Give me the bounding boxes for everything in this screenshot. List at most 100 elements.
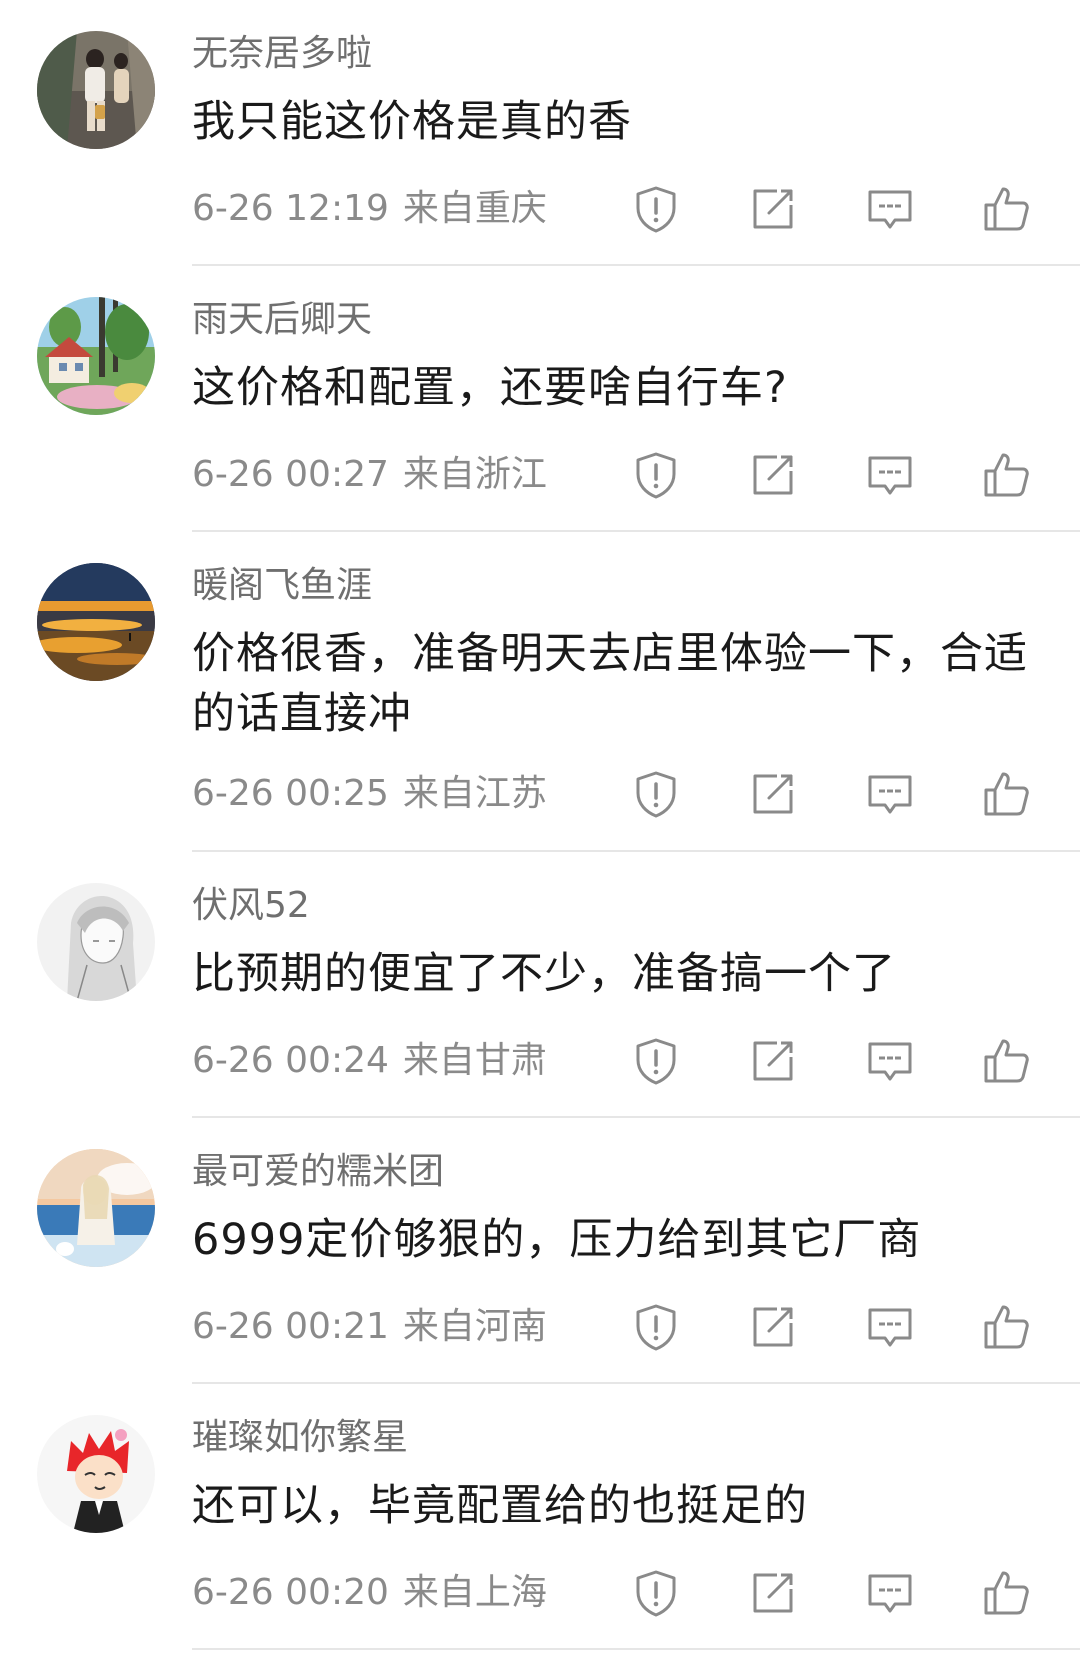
comment-location: 来自浙江 [402, 454, 547, 495]
comment-location: 来自上海 [402, 1572, 547, 1613]
avatar-photo-street-girl [37, 31, 155, 149]
comment-date: 6-26 12:19 [192, 188, 389, 229]
username[interactable]: 最可爱的糯米团 [192, 1148, 444, 1196]
reply-button[interactable] [864, 1035, 916, 1087]
reply-button[interactable] [864, 1567, 916, 1619]
username[interactable]: 伏风52 [192, 882, 310, 930]
avatar[interactable] [37, 883, 155, 1001]
username[interactable]: 璀璨如你繁星 [192, 1414, 408, 1462]
avatar[interactable] [37, 1415, 155, 1533]
share-button[interactable] [747, 1301, 799, 1353]
report-button[interactable] [630, 1035, 682, 1087]
comment-actions [630, 183, 1050, 235]
comment-item: 璀璨如你繁星 还可以，毕竟配置给的也挺足的 6-26 00:20 来自上海 [0, 1384, 1080, 1650]
comment-date: 6-26 00:21 [192, 1306, 389, 1347]
comment-text: 还可以，毕竟配置给的也挺足的 [192, 1481, 808, 1531]
avatar-illustration-girl-sea [37, 1149, 155, 1267]
shield-alert-icon [636, 186, 676, 233]
comment-item: 雨天后卿天 这价格和配置，还要啥自行车? 6-26 00:27 来自浙江 [0, 266, 1080, 532]
comment-location: 来自江苏 [402, 773, 547, 814]
share-button[interactable] [747, 1567, 799, 1619]
shield-alert-icon [636, 1570, 676, 1617]
comment-actions [630, 768, 1050, 820]
like-button[interactable] [981, 1301, 1033, 1353]
shield-alert-icon [636, 771, 676, 818]
like-button[interactable] [981, 1567, 1033, 1619]
divider [192, 1648, 1080, 1650]
reply-button[interactable] [864, 449, 916, 501]
share-button[interactable] [747, 183, 799, 235]
username[interactable]: 无奈居多啦 [192, 30, 372, 78]
comment-meta: 6-26 12:19 来自重庆 [192, 185, 547, 233]
comment-icon [868, 1574, 912, 1613]
avatar-sketch-girl [37, 883, 155, 1001]
comment-icon [868, 456, 912, 495]
avatar[interactable] [37, 297, 155, 415]
username[interactable]: 雨天后卿天 [192, 296, 372, 344]
comment-location: 来自甘肃 [402, 1040, 547, 1081]
report-button[interactable] [630, 183, 682, 235]
thumbs-up-icon [984, 1571, 1029, 1615]
share-button[interactable] [747, 449, 799, 501]
thumbs-up-icon [984, 187, 1029, 231]
comment-actions [630, 1301, 1050, 1353]
comment-text: 这价格和配置，还要啥自行车? [192, 363, 788, 413]
comment-date: 6-26 00:27 [192, 454, 389, 495]
shield-alert-icon [636, 1038, 676, 1085]
comment-text: 比预期的便宜了不少，准备搞一个了 [192, 949, 896, 999]
share-icon [753, 189, 793, 229]
avatar[interactable] [37, 1149, 155, 1267]
comment-meta: 6-26 00:21 来自河南 [192, 1303, 547, 1351]
comment-text: 我只能这价格是真的香 [192, 97, 632, 147]
like-button[interactable] [981, 768, 1033, 820]
comment-item: 无奈居多啦 我只能这价格是真的香 6-26 12:19 来自重庆 [0, 0, 1080, 266]
comment-text: 6999定价够狠的，压力给到其它厂商 [192, 1215, 922, 1265]
report-button[interactable] [630, 1301, 682, 1353]
avatar-photo-sunset-sea [37, 563, 155, 681]
comment-icon [868, 1042, 912, 1081]
comment-icon [868, 1308, 912, 1347]
comment-text: 价格很香，准备明天去店里体验一下，合适的话直接冲 [192, 629, 1028, 739]
comment-icon [868, 190, 912, 229]
thumbs-up-icon [984, 1039, 1029, 1083]
shield-alert-icon [636, 1304, 676, 1351]
share-icon [753, 455, 793, 495]
comment-meta: 6-26 00:20 来自上海 [192, 1569, 547, 1617]
comment-location: 来自河南 [402, 1306, 547, 1347]
comment-meta: 6-26 00:24 来自甘肃 [192, 1037, 547, 1085]
report-button[interactable] [630, 1567, 682, 1619]
avatar-illustration-house-forest [37, 297, 155, 415]
avatar[interactable] [37, 31, 155, 149]
comment-item: 暖阁飞鱼涯 价格很香，准备明天去店里体验一下，合适的话直接冲 6-26 00:2… [0, 532, 1080, 852]
comment-icon [868, 775, 912, 814]
report-button[interactable] [630, 449, 682, 501]
comment-actions [630, 1567, 1050, 1619]
comment-meta: 6-26 00:25 来自江苏 [192, 770, 547, 818]
like-button[interactable] [981, 449, 1033, 501]
thumbs-up-icon [984, 772, 1029, 816]
reply-button[interactable] [864, 183, 916, 235]
comment-item: 最可爱的糯米团 6999定价够狠的，压力给到其它厂商 6-26 00:21 来自河… [0, 1118, 1080, 1384]
reply-button[interactable] [864, 1301, 916, 1353]
comment-meta: 6-26 00:27 来自浙江 [192, 451, 547, 499]
share-icon [753, 1041, 793, 1081]
report-button[interactable] [630, 768, 682, 820]
like-button[interactable] [981, 1035, 1033, 1087]
comment-location: 来自重庆 [402, 188, 547, 229]
comment-actions [630, 1035, 1050, 1087]
reply-button[interactable] [864, 768, 916, 820]
avatar[interactable] [37, 563, 155, 681]
comment-actions [630, 449, 1050, 501]
share-icon [753, 1307, 793, 1347]
share-icon [753, 1573, 793, 1613]
comment-item: 伏风52 比预期的便宜了不少，准备搞一个了 6-26 00:24 来自甘肃 [0, 852, 1080, 1118]
comment-date: 6-26 00:20 [192, 1572, 389, 1613]
username[interactable]: 暖阁飞鱼涯 [192, 562, 372, 610]
share-icon [753, 774, 793, 814]
thumbs-up-icon [984, 1305, 1029, 1349]
comment-list: 无奈居多啦 我只能这价格是真的香 6-26 12:19 来自重庆 雨天后卿天 这… [0, 0, 1080, 1650]
share-button[interactable] [747, 768, 799, 820]
like-button[interactable] [981, 183, 1033, 235]
thumbs-up-icon [984, 453, 1029, 497]
share-button[interactable] [747, 1035, 799, 1087]
